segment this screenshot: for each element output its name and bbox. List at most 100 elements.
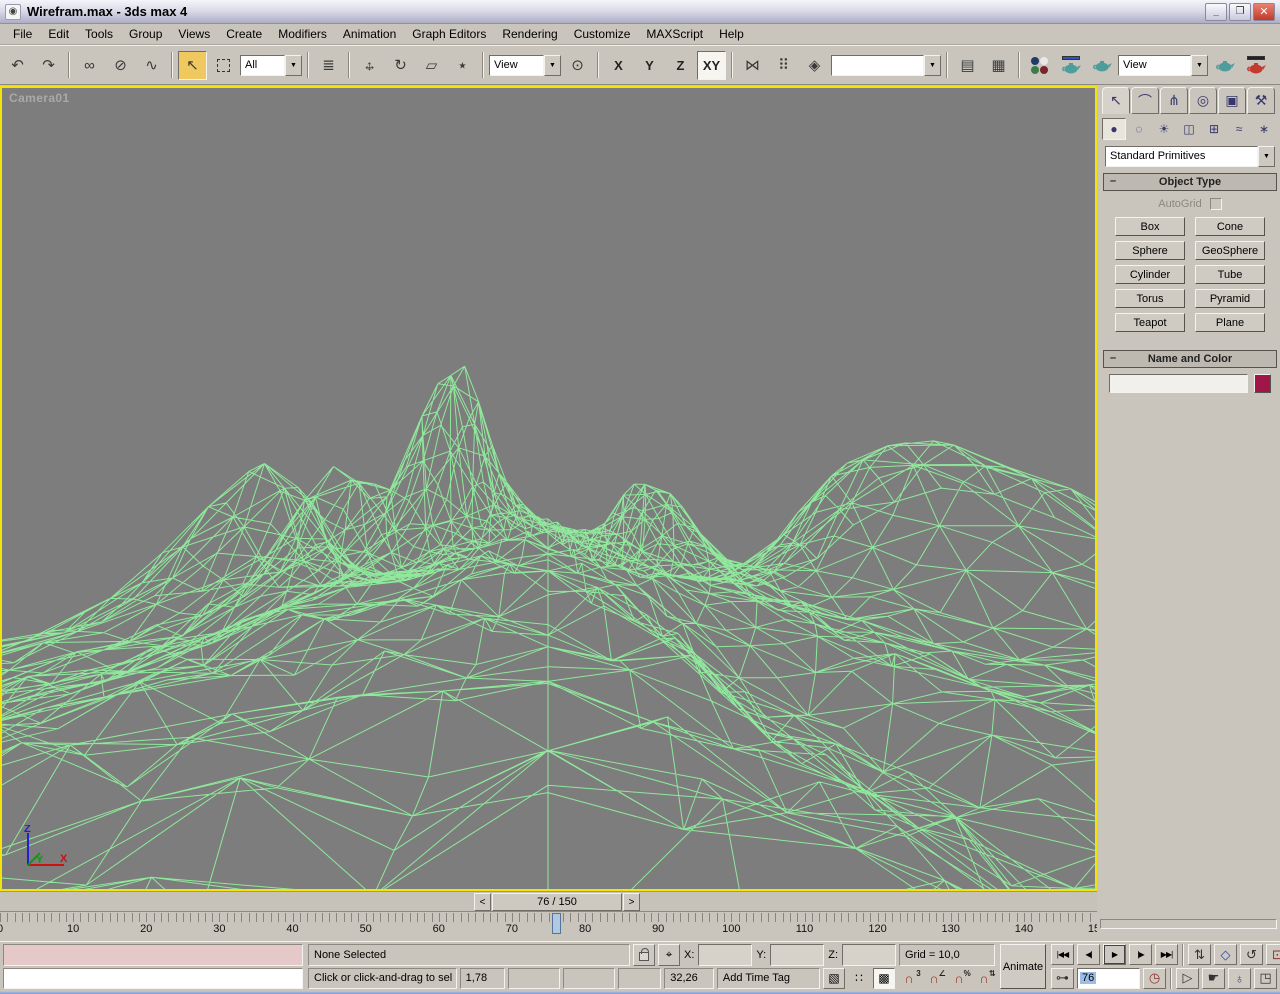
previous-frame-slider-button[interactable]: < [474, 893, 491, 911]
menu-customize[interactable]: Customize [566, 24, 639, 44]
restore-button[interactable]: ❐ [1229, 2, 1251, 21]
primitive-geosphere-button[interactable]: GeoSphere [1195, 241, 1265, 260]
primitive-teapot-button[interactable]: Teapot [1115, 313, 1185, 332]
menu-edit[interactable]: Edit [40, 24, 77, 44]
restrict-y-button[interactable]: Y [635, 51, 664, 80]
tab-modify[interactable]: ⌒ [1131, 87, 1159, 114]
category-helpers[interactable]: ⊞ [1202, 118, 1226, 140]
field-of-view-button[interactable]: ◇ [1214, 944, 1237, 965]
orbit-camera-button[interactable]: ♁ [1228, 967, 1251, 989]
go-to-start-button[interactable]: |◀◀ [1051, 944, 1074, 965]
menu-file[interactable]: File [5, 24, 40, 44]
add-time-tag-button[interactable]: Add Time Tag [716, 967, 820, 989]
truck-camera-button[interactable]: ☛ [1202, 967, 1225, 989]
time-configuration-button[interactable]: ◷ [1143, 967, 1166, 989]
go-to-end-button[interactable]: ▶▶| [1155, 944, 1178, 965]
key-mode-toggle-button[interactable]: ⊶ [1051, 967, 1074, 989]
tab-utilities[interactable]: ⚒ [1247, 87, 1275, 114]
primitive-cone-button[interactable]: Cone [1195, 217, 1265, 236]
zoom-extents-all-button[interactable]: ⊡ [1266, 944, 1280, 965]
menu-maxscript[interactable]: MAXScript [638, 24, 711, 44]
tab-hierarchy[interactable]: ⋔ [1160, 87, 1188, 114]
selection-region-button[interactable] [209, 51, 238, 80]
dolly-camera-button[interactable]: ⇅ [1188, 944, 1211, 965]
next-frame-button[interactable]: |▶ [1129, 944, 1152, 965]
restrict-xy-plane-button[interactable]: XY [697, 50, 726, 80]
z-coord-field[interactable] [842, 944, 896, 966]
select-and-link-button[interactable]: ∞ [75, 51, 104, 80]
open-schematic-view-button[interactable]: ▦ [984, 51, 1013, 80]
render-type-button[interactable] [1087, 51, 1116, 80]
chevron-down-icon[interactable]: ▼ [285, 54, 302, 76]
quick-render-button[interactable] [1241, 51, 1270, 80]
next-frame-slider-button[interactable]: > [623, 893, 640, 911]
maxscript-listener-pink[interactable] [3, 944, 303, 966]
object-name-field[interactable] [1109, 374, 1248, 393]
align-button[interactable]: ◈ [800, 51, 829, 80]
y-coord-field[interactable] [770, 944, 825, 966]
close-button[interactable]: ✕ [1253, 2, 1275, 21]
primitive-cylinder-button[interactable]: Cylinder [1115, 265, 1185, 284]
chevron-down-icon[interactable]: ▼ [1191, 54, 1208, 76]
category-geometry[interactable]: ● [1102, 118, 1126, 140]
category-lights[interactable]: ☀ [1152, 118, 1176, 140]
reference-coordinate-dropdown[interactable]: View ▼ [489, 54, 561, 76]
viewport-camera01[interactable]: Camera01 Z X Y [0, 86, 1097, 891]
minimize-button[interactable]: _ [1205, 2, 1227, 21]
category-cameras[interactable]: ◫ [1177, 118, 1201, 140]
degradation-override-button[interactable]: ▧ [823, 967, 845, 989]
primitive-box-button[interactable]: Box [1115, 217, 1185, 236]
category-space-warps[interactable]: ≈ [1227, 118, 1251, 140]
render-last-button[interactable] [1210, 51, 1239, 80]
menu-graph-editors[interactable]: Graph Editors [404, 24, 494, 44]
menu-help[interactable]: Help [711, 24, 752, 44]
select-and-manipulate-button[interactable]: ٭ [448, 51, 477, 80]
min-max-toggle-button[interactable]: ◳ [1254, 967, 1277, 989]
primitive-type-dropdown[interactable]: Standard Primitives ▼ [1105, 146, 1275, 167]
previous-frame-button[interactable]: ◀| [1077, 944, 1100, 965]
chevron-down-icon[interactable]: ▼ [1258, 146, 1275, 167]
menu-create[interactable]: Create [218, 24, 270, 44]
primitive-torus-button[interactable]: Torus [1115, 289, 1185, 308]
restrict-z-button[interactable]: Z [666, 51, 695, 80]
time-slider-track[interactable]: < 76 / 150 > [0, 891, 1097, 912]
play-button[interactable]: ▶ [1103, 944, 1126, 965]
primitive-pyramid-button[interactable]: Pyramid [1195, 289, 1265, 308]
percent-snap-button[interactable]: ∩% [948, 968, 970, 990]
time-slider-handle[interactable]: 76 / 150 [492, 893, 622, 911]
array-button[interactable]: ⠿ [769, 51, 798, 80]
category-shapes[interactable]: ◌ [1127, 118, 1151, 140]
x-coord-field[interactable] [698, 944, 753, 966]
tab-create[interactable]: ↖ [1102, 87, 1130, 114]
use-pivot-center-button[interactable]: ⊙ [563, 51, 592, 80]
snap-toggle-3d-button[interactable]: ∩ 3 [898, 968, 920, 990]
unlink-selection-button[interactable]: ⊘ [106, 51, 135, 80]
primitive-tube-button[interactable]: Tube [1195, 265, 1265, 284]
angle-snap-button[interactable]: ∩ ∠ [923, 968, 945, 990]
menu-animation[interactable]: Animation [335, 24, 404, 44]
maxscript-listener-white[interactable] [3, 967, 303, 989]
spinner-snap-button[interactable]: ∩ ⇅ [973, 968, 995, 990]
select-and-move-button[interactable]: ↔ ↕ [355, 51, 384, 80]
selection-filter-dropdown[interactable]: All ▼ [240, 54, 302, 76]
select-and-rotate-button[interactable]: ↻ [386, 51, 415, 80]
open-track-view-button[interactable]: ▤ [953, 51, 982, 80]
tab-motion[interactable]: ◎ [1189, 87, 1217, 114]
menu-views[interactable]: Views [170, 24, 218, 44]
track-bar[interactable]: 0 10 20 30 40 50 60 70 80 90 100 110 120 130 140 150 [0, 913, 1097, 941]
render-scene-button[interactable] [1056, 51, 1085, 80]
dotted-cube-button[interactable]: ∷ [848, 968, 870, 990]
animate-button[interactable]: Animate [1000, 944, 1046, 989]
select-and-scale-button[interactable]: ▱ [417, 51, 446, 80]
mirror-button[interactable]: ⋈ [738, 51, 767, 80]
redo-button[interactable]: ↷ [34, 51, 63, 80]
object-color-swatch[interactable] [1254, 374, 1271, 393]
category-systems[interactable]: ∗ [1252, 118, 1276, 140]
selection-lock-button[interactable] [633, 944, 656, 966]
viewport-label[interactable]: Camera01 [9, 91, 70, 105]
object-type-rollout-header[interactable]: – Object Type [1103, 173, 1277, 191]
tab-display[interactable]: ▣ [1218, 87, 1246, 114]
adaptive-degradation-button[interactable]: ▩ [873, 967, 895, 989]
render-type-dropdown[interactable]: View ▼ [1118, 54, 1208, 76]
menu-group[interactable]: Group [121, 24, 170, 44]
